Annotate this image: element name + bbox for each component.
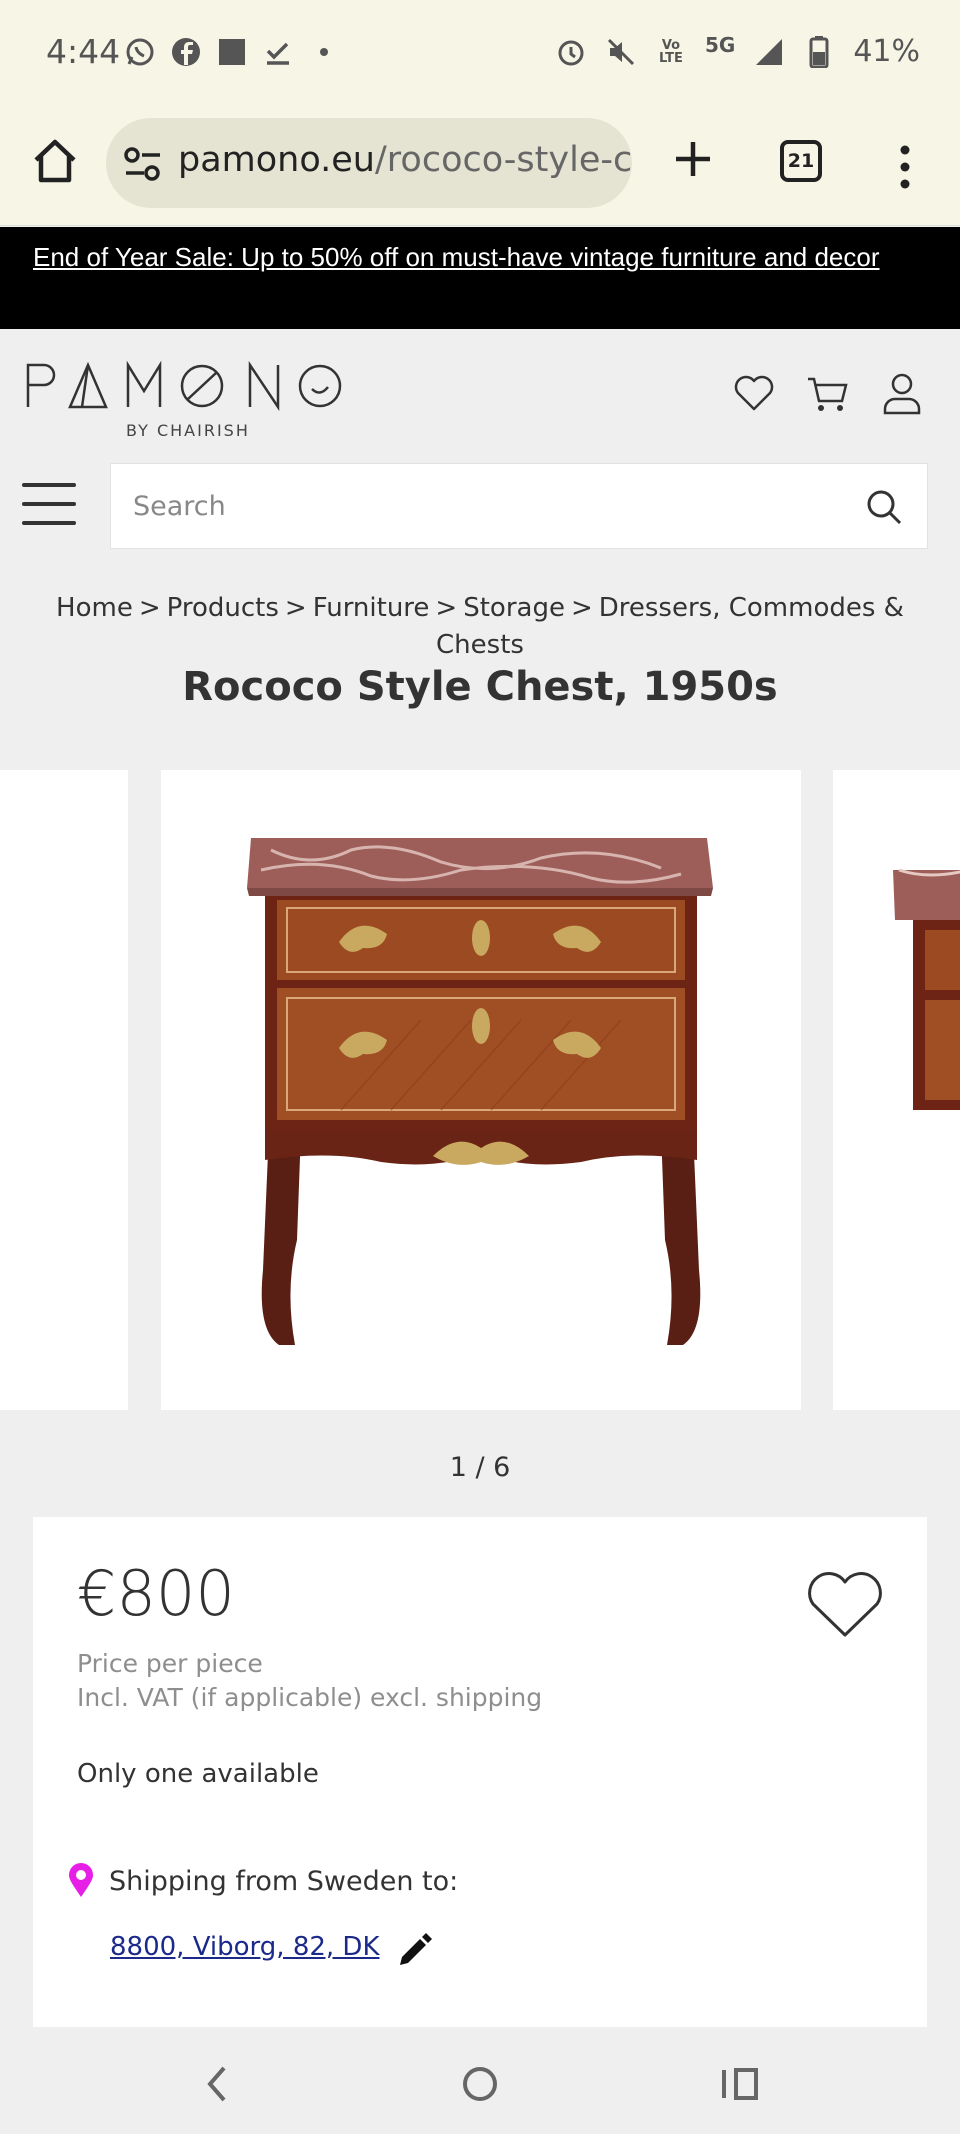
signal-icon: [753, 36, 785, 68]
url-text: pamono.eu/rococo-style-cl: [178, 140, 632, 180]
download-done-icon: [262, 36, 294, 68]
volte-icon: Vo LTE: [659, 37, 683, 66]
chest-image: [247, 838, 713, 1345]
more-vert-icon: [900, 145, 910, 189]
shipping-destination: 8800, Viborg, 82, DK: [110, 1927, 434, 1967]
chest-image-next: [893, 868, 960, 1110]
system-status: Vo LTE 5G 41%: [555, 32, 920, 69]
cart-icon[interactable]: [806, 371, 850, 415]
alarm-icon: [555, 36, 587, 68]
menu-hamburger-button[interactable]: [22, 483, 76, 529]
gallery-slide-next[interactable]: [833, 770, 960, 1410]
promo-banner: End of Year Sale: Up to 50% off on must-…: [0, 227, 960, 329]
hamburger-line: [22, 502, 76, 506]
breadcrumb: Home > Products > Furniture > Storage > Dressers…: [20, 590, 940, 664]
logo-wordmark: [26, 360, 342, 412]
status-time: 4:44: [46, 32, 121, 71]
system-nav-bar: [0, 2030, 960, 2134]
shipping-label: Shipping from Sweden to:: [109, 1865, 459, 1897]
url-domain: pamono.eu: [178, 140, 375, 180]
gallery-slide-previous[interactable]: [0, 770, 128, 1410]
price-note: Price per piece Incl. VAT (if applicable…: [77, 1647, 542, 1715]
promo-link[interactable]: End of Year Sale: Up to 50% off on must-…: [33, 241, 913, 274]
breadcrumb-separator: >: [570, 593, 593, 623]
new-tab-button[interactable]: [668, 134, 718, 184]
plus-icon: [676, 142, 710, 176]
location-pin-icon: [69, 1863, 93, 1897]
hamburger-line: [22, 483, 76, 487]
recents-nav-icon[interactable]: [712, 2056, 768, 2112]
account-icon[interactable]: [880, 371, 924, 415]
home-button[interactable]: [30, 136, 80, 186]
page-title: Rococo Style Chest, 1950s: [182, 664, 778, 710]
logo-subtitle: BY CHAIRISH: [126, 421, 250, 440]
wishlist-heart-icon[interactable]: [732, 371, 776, 415]
search-input[interactable]: [133, 486, 833, 526]
price-per-label: Price per piece: [77, 1649, 263, 1678]
gallery-slide-current[interactable]: [161, 770, 801, 1410]
price-card: €800 Price per piece Incl. VAT (if appli…: [33, 1517, 927, 2027]
breadcrumb-separator: >: [138, 593, 161, 623]
url-path: /rococo-style-cl: [375, 140, 632, 180]
mute-icon: [605, 36, 637, 68]
vat-note: Incl. VAT (if applicable) excl. shipping: [77, 1683, 543, 1712]
notification-icons: [124, 36, 340, 68]
search-row: [0, 441, 960, 569]
breadcrumb-separator: >: [284, 593, 307, 623]
back-nav-icon[interactable]: [190, 2056, 246, 2112]
tab-switcher-button[interactable]: 21: [780, 140, 822, 182]
edit-pencil-icon[interactable]: [394, 1927, 434, 1967]
battery-level: 41%: [853, 34, 920, 69]
gallery-counter: 1 / 6: [449, 1452, 511, 1483]
breadcrumb-furniture[interactable]: Furniture: [313, 593, 430, 623]
home-icon: [34, 139, 76, 183]
breadcrumb-products[interactable]: Products: [167, 593, 279, 623]
battery-icon: [803, 35, 835, 68]
shipping-row: Shipping from Sweden to:: [67, 1863, 458, 1899]
product-price: €800: [77, 1557, 235, 1630]
dot-icon: [308, 36, 340, 68]
home-nav-icon[interactable]: [452, 2056, 508, 2112]
product-gallery[interactable]: [0, 770, 960, 1410]
pamono-logo[interactable]: BY CHAIRISH: [24, 357, 354, 440]
breadcrumb-home[interactable]: Home: [56, 593, 133, 623]
address-bar[interactable]: pamono.eu/rococo-style-cl: [106, 118, 632, 208]
breadcrumb-storage[interactable]: Storage: [463, 593, 565, 623]
browser-toolbar: pamono.eu/rococo-style-cl 21: [0, 108, 960, 226]
shipping-destination-link[interactable]: 8800, Viborg, 82, DK: [110, 1932, 380, 1962]
facebook-icon: [170, 36, 202, 68]
status-bar: 4:44 Vo LTE 5G 41%: [0, 0, 960, 108]
search-icon[interactable]: [865, 488, 903, 526]
square-icon: [216, 36, 248, 68]
search-box: [110, 463, 928, 549]
site-header: BY CHAIRISH: [0, 329, 960, 441]
availability-text: Only one available: [77, 1759, 319, 1789]
browser-menu-button[interactable]: [890, 142, 920, 192]
favorite-heart-icon[interactable]: [805, 1569, 885, 1641]
breadcrumb-separator: >: [435, 593, 458, 623]
hamburger-line: [22, 521, 76, 525]
network-type: 5G: [704, 32, 736, 57]
whatsapp-icon: [124, 36, 156, 68]
header-actions: [732, 371, 924, 415]
site-settings-icon[interactable]: [124, 146, 162, 182]
